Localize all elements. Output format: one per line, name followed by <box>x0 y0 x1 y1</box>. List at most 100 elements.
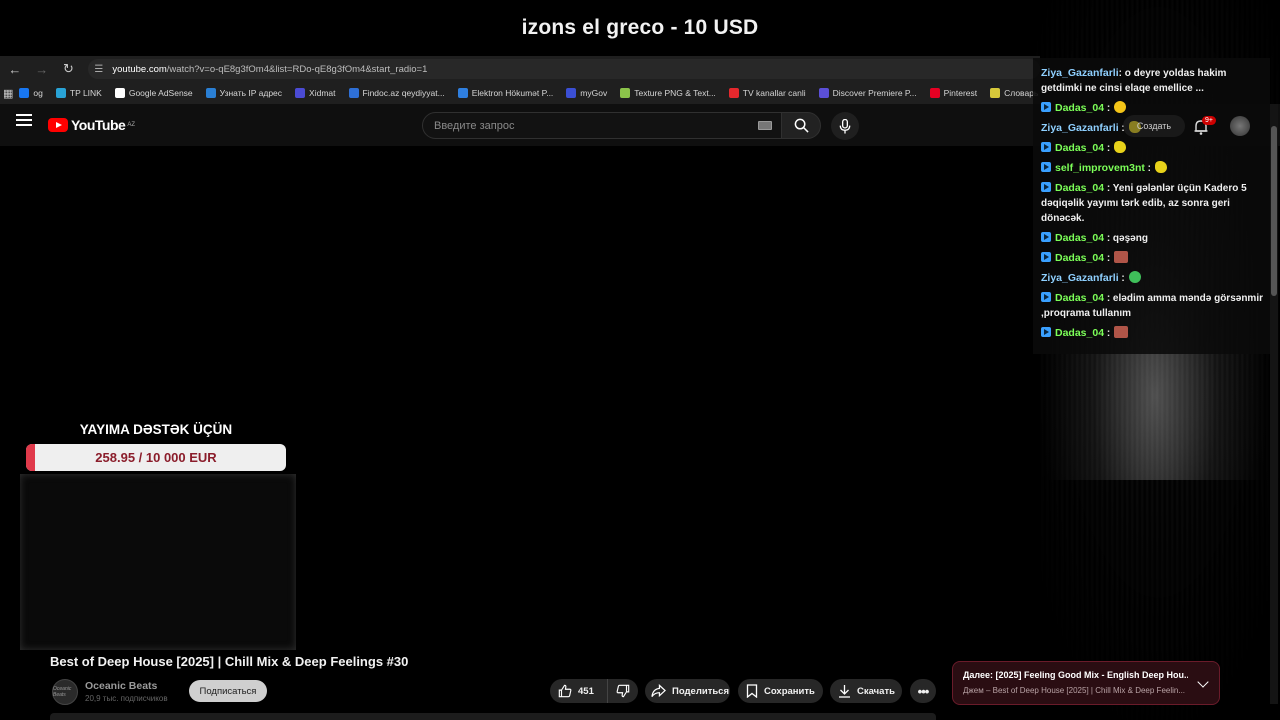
youtube-play-icon <box>48 118 68 132</box>
chat-username: self_improvem3nt <box>1055 162 1145 174</box>
like-count: 451 <box>578 685 594 697</box>
bookmark-item[interactable]: Узнать IP адрес <box>205 88 283 98</box>
bookmark-item[interactable]: Xidmat <box>295 88 336 98</box>
video-title: Best of Deep House [2025] | Chill Mix & … <box>50 654 409 669</box>
bookmark-item[interactable]: Pinterest <box>929 88 978 98</box>
bookmark-label: TV kanallar canli <box>742 88 806 98</box>
bookmarks-bar: ▦ og TP LINK Google AdSense Узнать IP адрес… <box>0 82 1040 104</box>
chat-username: Dadas_04 <box>1055 142 1105 154</box>
bookmark-item[interactable]: myGov <box>566 88 607 98</box>
img-emoji-icon <box>1114 326 1129 338</box>
more-actions-button[interactable]: ••• <box>910 679 936 703</box>
more-dots-icon: ••• <box>917 683 930 699</box>
bookmark-item[interactable]: Google AdSense <box>114 88 193 98</box>
reload-icon[interactable]: ↻ <box>57 57 81 81</box>
youtube-logo-text: YouTube <box>71 117 126 133</box>
bookmark-item[interactable]: Discover Premiere P... <box>818 88 917 98</box>
share-icon <box>651 684 666 698</box>
like-button[interactable]: 451 <box>550 679 608 703</box>
region-code: AZ <box>127 122 135 128</box>
banner-text: izons el greco - 10 USD <box>521 16 759 39</box>
chat-username: Dadas_04 <box>1055 232 1105 244</box>
download-label: Скачать <box>857 685 895 697</box>
platform-badge-icon <box>1041 142 1051 152</box>
bookmark-item[interactable]: Findoc.az qeydiyyat... <box>348 88 445 98</box>
bookmark-favicon-icon <box>728 88 739 98</box>
bookmark-list: og TP LINK Google AdSense Узнать IP адрес Xi… <box>19 88 1040 98</box>
chat-text: : <box>1104 253 1111 264</box>
bookmark-item[interactable]: Texture PNG & Text... <box>620 88 716 98</box>
platform-badge-icon <box>1041 232 1051 242</box>
bookmark-label: Findoc.az qeydiyyat... <box>362 88 445 98</box>
bookmark-label: Elektron Hökumət P... <box>471 88 554 98</box>
bookmark-label: Узнать IP адрес <box>219 88 283 98</box>
chat-text: : qəşəng <box>1104 233 1148 244</box>
chat-message: self_improvem3nt : <box>1041 161 1264 176</box>
address-bar[interactable]: ☰ youtube.com/watch?v=o-qE8g3fOm4&list=R… <box>88 59 1041 79</box>
create-button[interactable]: Создать <box>1123 115 1185 137</box>
back-icon[interactable]: ← <box>3 57 27 81</box>
search-input[interactable] <box>422 112 782 139</box>
browser-toolbar: ← → ↻ ☰ youtube.com/watch?v=o-qE8g3fOm4&… <box>0 56 1041 82</box>
dislike-button[interactable] <box>608 679 638 703</box>
download-icon <box>839 685 850 698</box>
like-dislike-group: 451 <box>550 679 638 703</box>
channel-avatar-text: Oceanic Beats <box>53 686 72 698</box>
channel-avatar[interactable]: Oceanic Beats <box>52 679 78 705</box>
bookmark-label: Discover Premiere P... <box>832 88 917 98</box>
bookmark-icon <box>746 684 758 698</box>
platform-badge-icon <box>1041 252 1051 262</box>
chat-username: Dadas_04 <box>1055 182 1105 194</box>
donation-progress-bar: 258.95 / 10 000 EUR <box>26 444 286 471</box>
chat-message: Dadas_04 : elədim amma məndə görsənmir ,… <box>1041 291 1264 321</box>
bookmark-item[interactable]: TV kanallar canli <box>728 88 806 98</box>
url-path: /watch?v=o-qE8g3fOm4&list=RDo-qE8g3fOm4&… <box>166 63 428 75</box>
chat-message: Ziya_Gazanfarli : <box>1041 271 1264 286</box>
bookmark-favicon-icon <box>990 88 1001 98</box>
up-next-card[interactable]: Далее: [2025] Feeling Good Mix - English… <box>952 661 1220 705</box>
platform-badge-icon <box>1041 102 1051 112</box>
youtube-logo[interactable]: YouTube AZ <box>48 117 135 133</box>
hamburger-menu-icon[interactable] <box>16 114 32 126</box>
share-button[interactable]: Поделиться <box>645 679 730 703</box>
bookmark-item[interactable]: Elektron Hökumət P... <box>457 88 554 98</box>
voice-search-button[interactable] <box>831 112 859 140</box>
download-button[interactable]: Скачать <box>830 679 902 703</box>
chat-username: Ziya_Gazanfarli <box>1041 272 1119 284</box>
bookmark-favicon-icon <box>205 88 216 98</box>
bookmark-label: TP LINK <box>69 88 102 98</box>
scrollbar-thumb[interactable] <box>1271 126 1277 296</box>
bookmark-favicon-icon <box>348 88 359 98</box>
chat-message: Dadas_04 : qəşəng <box>1041 231 1264 246</box>
chat-message: Dadas_04 : <box>1041 101 1264 116</box>
chat-text: : <box>1104 103 1111 114</box>
bookmark-favicon-icon <box>818 88 829 98</box>
search-button[interactable] <box>781 112 821 139</box>
webcam-frame <box>20 474 296 650</box>
thumbs-down-icon <box>616 684 630 698</box>
chevron-down-icon[interactable] <box>1197 676 1209 688</box>
account-avatar[interactable] <box>1230 116 1250 136</box>
smile-emoji-icon <box>1114 101 1127 113</box>
share-label: Поделиться <box>672 685 730 697</box>
bookmark-label: og <box>33 88 43 98</box>
channel-name[interactable]: Oceanic Beats <box>85 680 157 692</box>
bookmark-item[interactable]: TP LINK <box>55 88 102 98</box>
live-chat-overlay: Ziya_Gazanfarli: o deyre yoldas hakim ge… <box>1033 58 1270 354</box>
chat-username: Dadas_04 <box>1055 252 1105 264</box>
apps-grid-icon[interactable]: ▦ <box>3 82 13 104</box>
platform-badge-icon <box>1041 162 1051 172</box>
img-emoji-icon <box>1114 251 1129 263</box>
save-button[interactable]: Сохранить <box>738 679 823 703</box>
yellow-emoji-icon <box>1154 161 1167 173</box>
bookmark-favicon-icon <box>929 88 940 98</box>
site-settings-icon[interactable]: ☰ <box>94 64 108 75</box>
keyboard-icon[interactable] <box>758 121 772 130</box>
bookmark-label: myGov <box>580 88 608 98</box>
bookmark-label: Pinterest <box>943 88 978 98</box>
bookmark-item[interactable]: og <box>19 88 43 98</box>
forward-icon[interactable]: → <box>30 57 54 81</box>
thumbs-up-icon <box>558 684 572 698</box>
subscribe-button[interactable]: Подписаться <box>189 680 267 702</box>
microphone-icon <box>839 118 851 134</box>
